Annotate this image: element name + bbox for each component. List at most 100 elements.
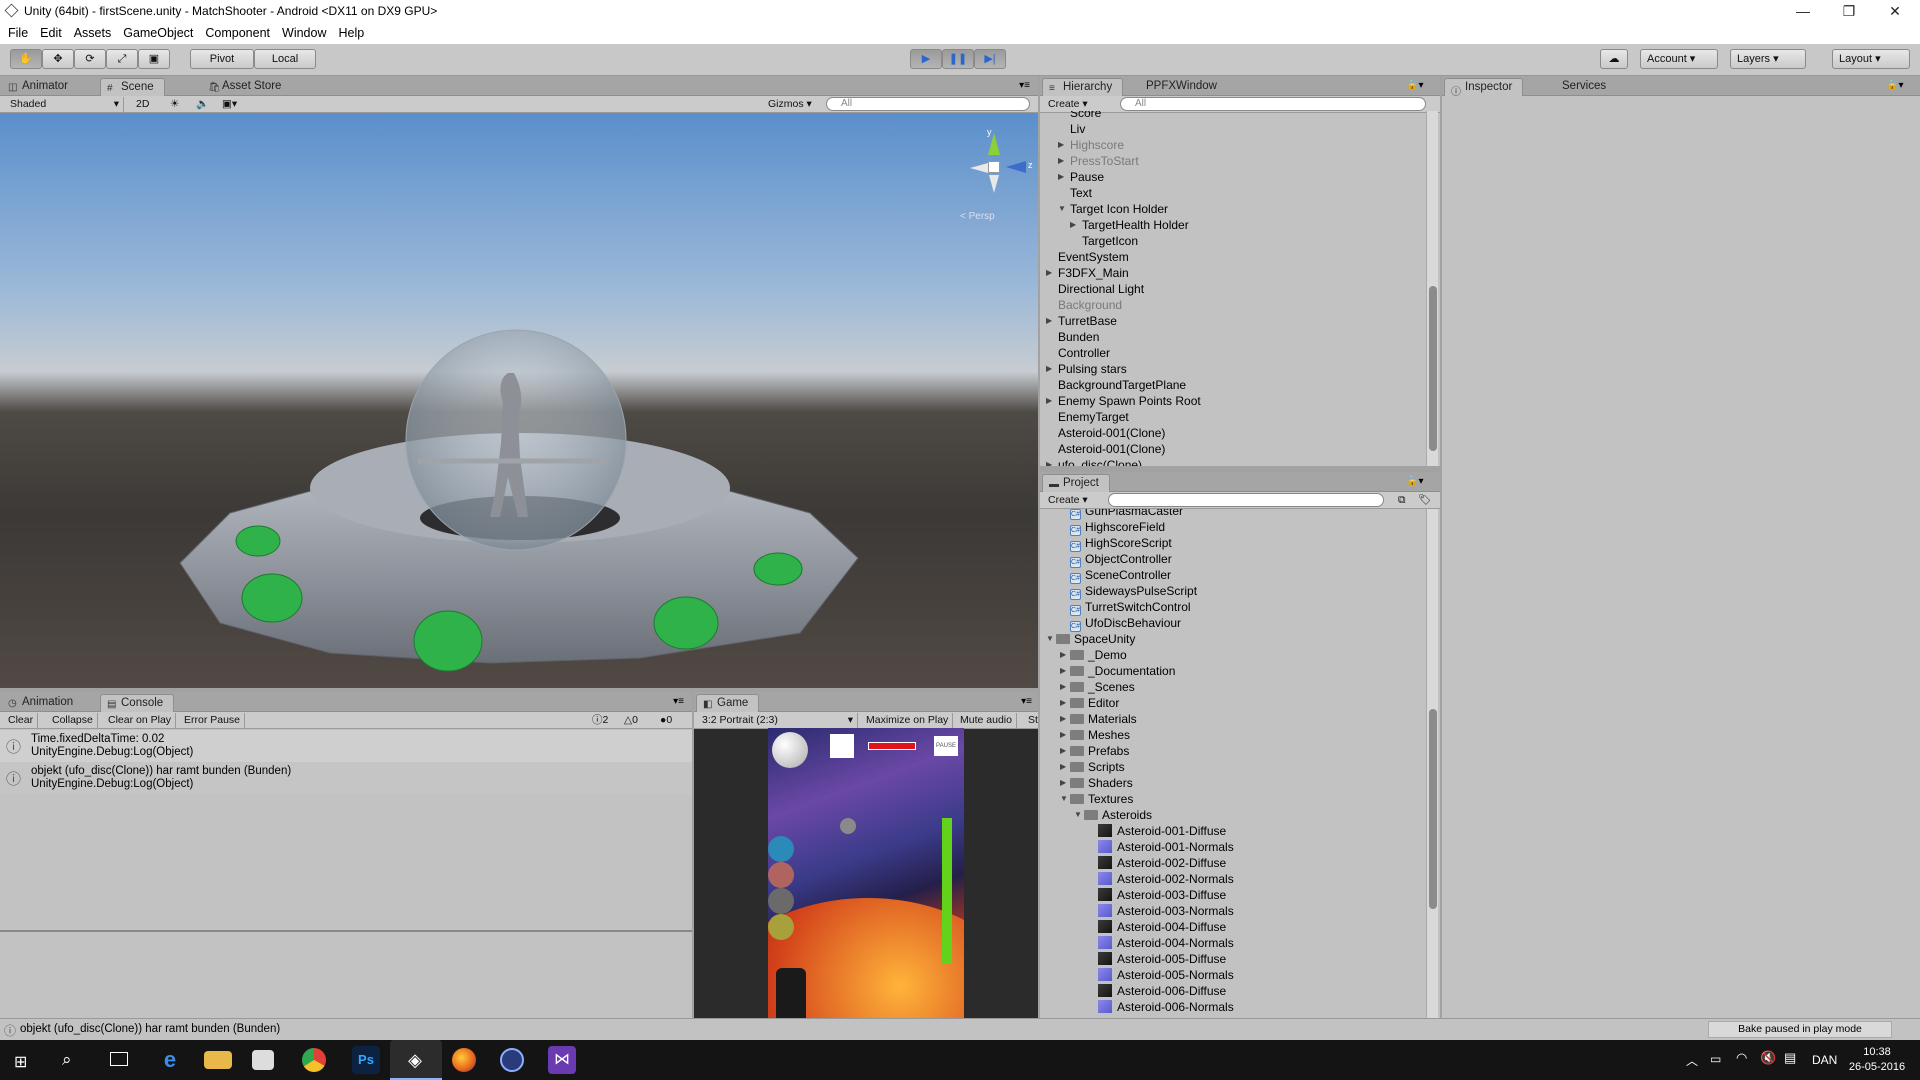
project-texture-item[interactable]: Asteroid-003-Normals bbox=[1040, 903, 1426, 919]
visual-studio-icon[interactable]: ⋈ bbox=[548, 1046, 576, 1074]
project-scroll-thumb[interactable] bbox=[1429, 709, 1437, 909]
project-folder-item[interactable]: ▶ Scripts bbox=[1040, 759, 1426, 775]
shading-dropdown[interactable]: Shaded ▾ bbox=[6, 97, 124, 112]
project-texture-item[interactable]: Asteroid-004-Diffuse bbox=[1040, 919, 1426, 935]
collapsed-arrow-icon[interactable]: ▶ bbox=[1058, 137, 1064, 153]
language-indicator[interactable]: DAN bbox=[1812, 1053, 1837, 1067]
pivot-toggle[interactable]: Pivot bbox=[190, 49, 254, 69]
clock[interactable]: 10:38 26-05-2016 bbox=[1844, 1045, 1910, 1075]
hierarchy-search-input[interactable]: All bbox=[1120, 97, 1426, 111]
hierarchy-item[interactable]: Asteroid-001(Clone) bbox=[1040, 441, 1426, 457]
store-icon[interactable] bbox=[252, 1050, 274, 1070]
z-axis-cone[interactable] bbox=[1006, 161, 1026, 173]
tab-animation[interactable]: ◷ Animation bbox=[2, 694, 83, 712]
app-globe-icon[interactable] bbox=[500, 1048, 524, 1072]
console-collapse-button[interactable]: Collapse bbox=[48, 713, 98, 728]
menu-edit[interactable]: Edit bbox=[40, 26, 62, 40]
console-clear-button[interactable]: Clear bbox=[4, 713, 39, 728]
step-button[interactable]: ▶| bbox=[974, 49, 1006, 69]
collapsed-arrow-icon[interactable]: ▶ bbox=[1060, 711, 1066, 727]
gizmo-center[interactable] bbox=[988, 161, 1000, 173]
tab-asset-store[interactable]: 🛍 Asset Store bbox=[202, 78, 291, 96]
hierarchy-item[interactable]: ▶ F3DFX_Main bbox=[1040, 265, 1426, 281]
move-tool-icon[interactable]: ✥ bbox=[42, 49, 74, 69]
menu-assets[interactable]: Assets bbox=[74, 26, 112, 40]
project-texture-item[interactable]: Asteroid-002-Normals bbox=[1040, 871, 1426, 887]
project-folder-item[interactable]: ▶ _Demo bbox=[1040, 647, 1426, 663]
collapsed-arrow-icon[interactable]: ▶ bbox=[1060, 775, 1066, 791]
project-texture-item[interactable]: Asteroid-002-Diffuse bbox=[1040, 855, 1426, 871]
scene-search-input[interactable]: All bbox=[826, 97, 1030, 111]
rotate-tool-icon[interactable]: ⟳ bbox=[74, 49, 106, 69]
project-texture-item[interactable]: Asteroid-005-Normals bbox=[1040, 967, 1426, 983]
console-entry[interactable]: ⓘ objekt (ufo_disc(Clone)) har ramt bund… bbox=[0, 762, 692, 794]
project-folder-item[interactable]: ▼ Asteroids bbox=[1040, 807, 1426, 823]
hierarchy-item[interactable]: Controller bbox=[1040, 345, 1426, 361]
project-folder-item[interactable]: ▶ Shaders bbox=[1040, 775, 1426, 791]
hierarchy-scroll-thumb[interactable] bbox=[1429, 286, 1437, 451]
panel-menu-icon[interactable]: ▾≡ bbox=[1019, 80, 1030, 91]
console-error-pause-button[interactable]: Error Pause bbox=[180, 713, 246, 728]
hierarchy-item[interactable]: ▶ Highscore bbox=[1040, 137, 1426, 153]
inspector-lock-icon[interactable]: 🔒▾ bbox=[1886, 80, 1903, 91]
hierarchy-item[interactable]: Directional Light bbox=[1040, 281, 1426, 297]
warn-count-toggle[interactable]: △0 bbox=[620, 713, 642, 728]
expanded-arrow-icon[interactable]: ▼ bbox=[1046, 631, 1054, 647]
scale-tool-icon[interactable]: ⤢ bbox=[106, 49, 138, 69]
tab-services[interactable]: Services bbox=[1542, 78, 1616, 96]
project-folder-item[interactable]: ▶ _Documentation bbox=[1040, 663, 1426, 679]
collapsed-arrow-icon[interactable]: ▶ bbox=[1046, 457, 1052, 466]
battery-icon[interactable]: ▭ bbox=[1710, 1052, 1721, 1066]
rect-tool-icon[interactable]: ▣ bbox=[138, 49, 170, 69]
notifications-icon[interactable]: ▤ bbox=[1784, 1050, 1796, 1066]
tab-console[interactable]: ▤ Console bbox=[100, 694, 175, 712]
aspect-dropdown[interactable]: 3:2 Portrait (2:3) ▾ bbox=[698, 713, 858, 728]
account-dropdown[interactable]: Account ▾ bbox=[1640, 49, 1718, 69]
maximize-on-play-toggle[interactable]: Maximize on Play bbox=[862, 713, 954, 728]
hierarchy-item[interactable]: ▶ TargetHealth Holder bbox=[1040, 217, 1426, 233]
project-texture-item[interactable]: Asteroid-006-Diffuse bbox=[1040, 983, 1426, 999]
hierarchy-item[interactable]: EnemyTarget bbox=[1040, 409, 1426, 425]
project-script-item[interactable]: C# GunPlasmaCaster bbox=[1040, 509, 1426, 520]
hierarchy-item[interactable]: TargetIcon bbox=[1040, 233, 1426, 249]
tab-inspector[interactable]: ⓘ Inspector bbox=[1444, 78, 1524, 98]
collapsed-arrow-icon[interactable]: ▶ bbox=[1046, 265, 1052, 281]
project-create-button[interactable]: Create ▾ bbox=[1044, 493, 1092, 508]
collapsed-arrow-icon[interactable]: ▶ bbox=[1058, 169, 1064, 185]
project-folder-item[interactable]: ▶ _Scenes bbox=[1040, 679, 1426, 695]
hierarchy-scrollbar[interactable] bbox=[1426, 111, 1438, 466]
error-count-toggle[interactable]: ●0 bbox=[656, 713, 676, 728]
project-texture-item[interactable]: Asteroid-001-Diffuse bbox=[1040, 823, 1426, 839]
menu-component[interactable]: Component bbox=[205, 26, 270, 40]
menu-file[interactable]: File bbox=[8, 26, 28, 40]
pause-button[interactable]: ❚❚ bbox=[942, 49, 974, 69]
hierarchy-item[interactable]: ▶ Pulsing stars bbox=[1040, 361, 1426, 377]
project-texture-item[interactable]: Asteroid-004-Normals bbox=[1040, 935, 1426, 951]
collapsed-arrow-icon[interactable]: ▶ bbox=[1060, 759, 1066, 775]
unity-icon[interactable]: ◈ bbox=[402, 1047, 428, 1073]
firefox-icon[interactable] bbox=[452, 1048, 476, 1072]
tab-ppfx[interactable]: PPFXWindow bbox=[1136, 78, 1227, 96]
play-button[interactable]: ▶ bbox=[910, 49, 942, 69]
project-script-item[interactable]: C# HighscoreField bbox=[1040, 519, 1426, 536]
collapsed-arrow-icon[interactable]: ▶ bbox=[1070, 217, 1076, 233]
hand-tool-icon[interactable]: ✋ bbox=[10, 49, 42, 69]
collapsed-arrow-icon[interactable]: ▶ bbox=[1058, 153, 1064, 169]
menu-help[interactable]: Help bbox=[338, 26, 364, 40]
close-button[interactable]: ✕ bbox=[1872, 0, 1918, 22]
lighting-icon[interactable]: ☀ bbox=[166, 97, 183, 112]
cloud-icon[interactable]: ☁ bbox=[1600, 49, 1628, 69]
project-search-input[interactable] bbox=[1108, 493, 1384, 507]
project-script-item[interactable]: C# SceneController bbox=[1040, 567, 1426, 584]
persp-label[interactable]: < Persp bbox=[960, 211, 995, 222]
collapsed-arrow-icon[interactable]: ▶ bbox=[1046, 393, 1052, 409]
project-texture-item[interactable]: Asteroid-006-Normals bbox=[1040, 999, 1426, 1015]
log-count-toggle[interactable]: ⓘ2 bbox=[588, 713, 612, 728]
collapsed-arrow-icon[interactable]: ▶ bbox=[1060, 647, 1066, 663]
console-entry[interactable]: ⓘ Time.fixedDeltaTime: 0.02 UnityEngine.D… bbox=[0, 730, 692, 762]
console-splitter[interactable] bbox=[0, 930, 692, 932]
hierarchy-item[interactable]: ▶ ufo_disc(Clone) bbox=[1040, 457, 1426, 466]
scene-viewport[interactable]: y z < Persp bbox=[0, 113, 1038, 688]
project-folder-item[interactable]: ▶ Materials bbox=[1040, 711, 1426, 727]
expanded-arrow-icon[interactable]: ▼ bbox=[1074, 807, 1082, 823]
